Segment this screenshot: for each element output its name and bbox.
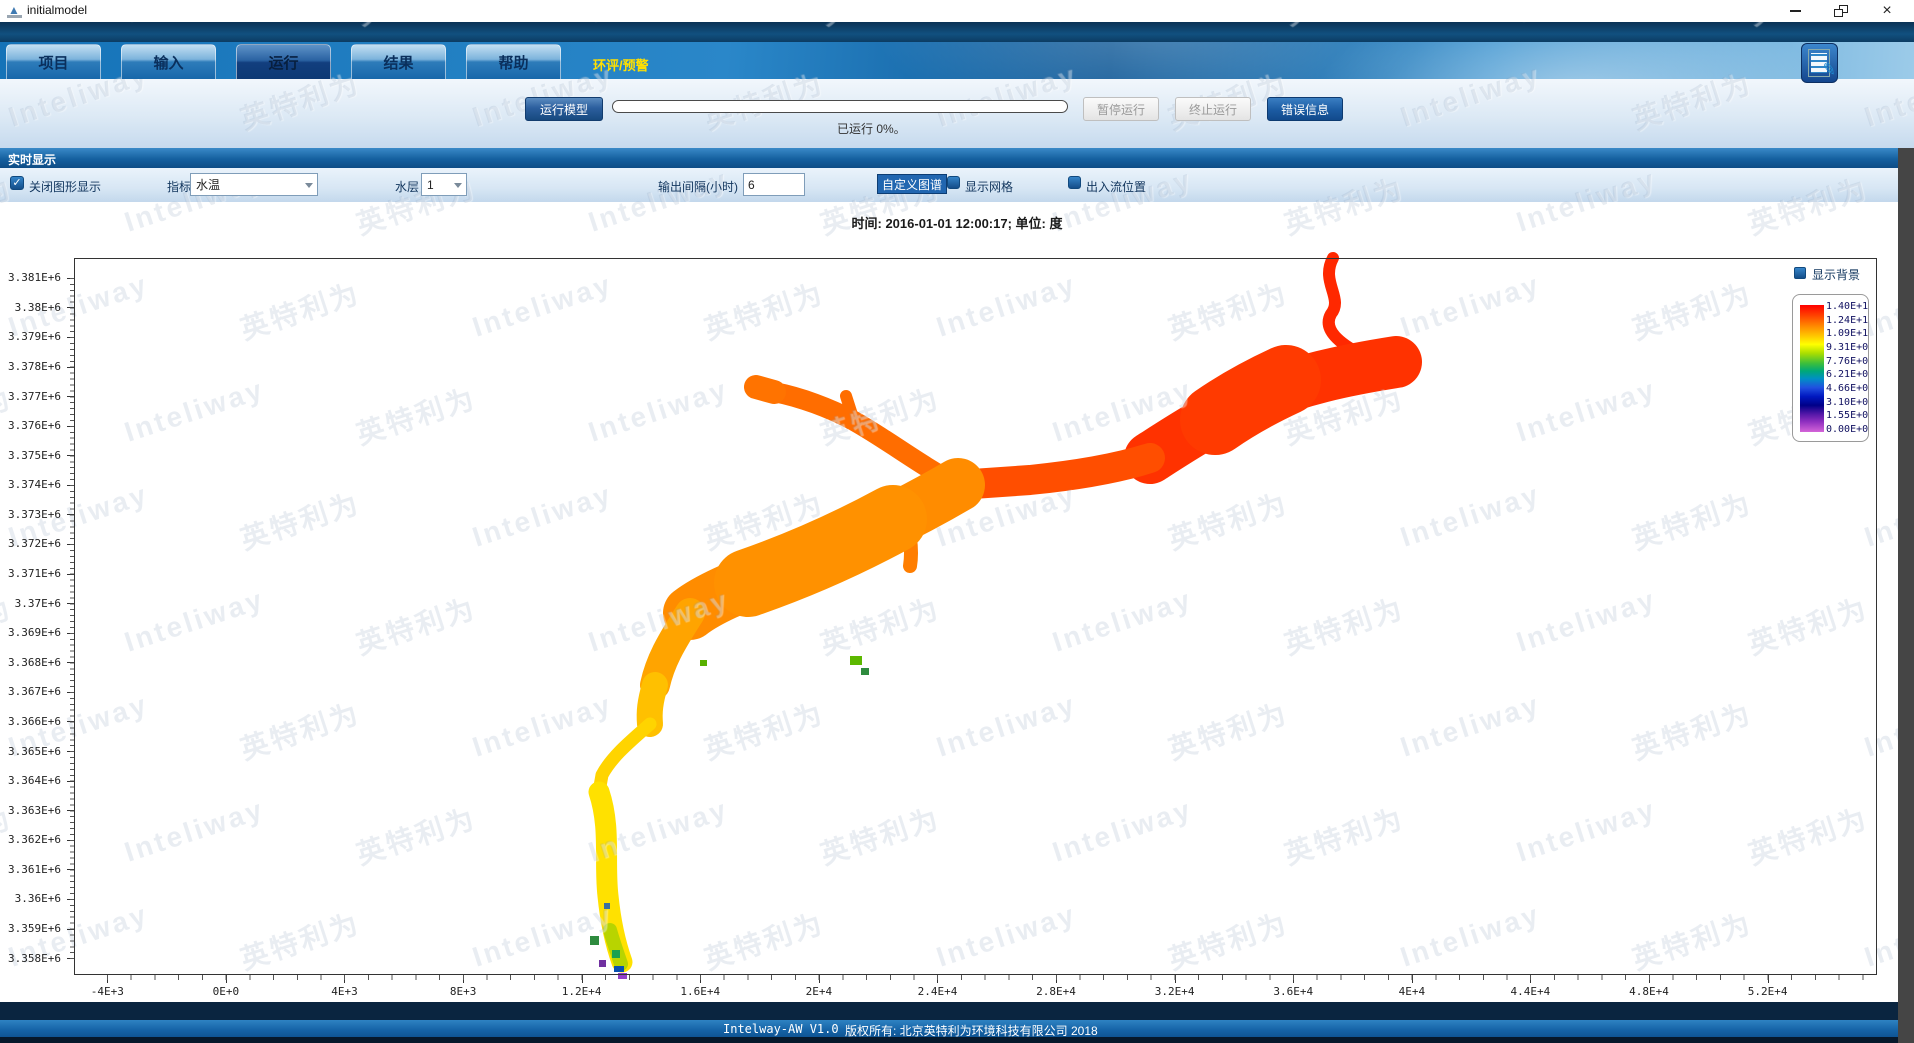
tab-help[interactable]: 帮助 (466, 44, 561, 79)
close-graphic-checkbox[interactable]: ✓ (10, 176, 24, 190)
interval-label: 输出间隔(小时) (658, 178, 738, 195)
inout-flow-label: 出入流位置 (1086, 178, 1146, 195)
tab-run[interactable]: 运行 (236, 44, 331, 79)
interval-input[interactable] (743, 173, 805, 196)
window-right-edge (1898, 148, 1914, 1043)
show-grid-label: 显示网格 (965, 178, 1013, 195)
status-app-version: Intelway-AW V1.0 (723, 1022, 839, 1036)
chevron-down-icon (454, 183, 462, 188)
chevron-down-icon (305, 183, 313, 188)
y-axis-tick-label: 3.369E+6 (0, 618, 74, 648)
env-warning-label: 环评/预警 (593, 55, 649, 74)
progress-status-text: 已运行 0%。 (837, 120, 906, 137)
color-legend: 1.40E+1 1.24E+1 1.09E+1 9.31E+0 7.76E+0 6.21E… (1792, 294, 1869, 442)
show-background-label: 显示背景 (1812, 266, 1860, 283)
y-axis-tick-label: 3.36E+6 (0, 884, 74, 914)
inout-flow-checkbox[interactable] (1068, 176, 1081, 189)
notepad-icon[interactable]: ✎ (1801, 43, 1838, 83)
legend-value: 1.55E+0 (1826, 411, 1868, 421)
indicator-label: 指标 (167, 178, 191, 195)
y-axis-tick-label: 3.368E+6 (0, 648, 74, 678)
legend-value: 1.40E+1 (1826, 302, 1868, 312)
x-axis-minor-ticks (107, 975, 1877, 980)
tab-result[interactable]: 结果 (351, 44, 446, 79)
y-axis-tick-label: 3.364E+6 (0, 766, 74, 796)
legend-color-bar (1800, 305, 1824, 432)
stop-run-button[interactable]: 终止运行 (1175, 97, 1251, 121)
plot-frame (74, 258, 1877, 975)
minimize-button[interactable] (1780, 0, 1810, 22)
run-model-button[interactable]: 运行模型 (525, 97, 603, 121)
y-axis-tick-label: 3.381E+6 (0, 263, 74, 293)
y-axis-tick-label: 3.367E+6 (0, 677, 74, 707)
indicator-select[interactable]: 水温 (190, 173, 318, 196)
realtime-section-title: 实时显示 (8, 151, 56, 168)
legend-values: 1.40E+1 1.24E+1 1.09E+1 9.31E+0 7.76E+0 6.21E… (1826, 302, 1868, 435)
y-axis-tick-label: 3.377E+6 (0, 381, 74, 411)
y-axis-tick-label: 3.361E+6 (0, 855, 74, 885)
progress-bar (612, 100, 1068, 113)
legend-value: 0.00E+0 (1826, 425, 1868, 435)
y-axis-tick-label: 3.358E+6 (0, 943, 74, 973)
y-axis-tick-label: 3.366E+6 (0, 707, 74, 737)
y-axis-tick-label: 3.38E+6 (0, 293, 74, 323)
restore-button[interactable] (1826, 0, 1856, 22)
custom-colormap-button[interactable]: 自定义图谱 (877, 174, 947, 194)
y-axis-tick-label: 3.378E+6 (0, 352, 74, 382)
y-axis-tick-label: 3.359E+6 (0, 914, 74, 944)
y-axis-tick-label: 3.362E+6 (0, 825, 74, 855)
y-axis-tick-label: 3.375E+6 (0, 440, 74, 470)
layer-label: 水层 (395, 178, 419, 195)
close-button[interactable]: × (1872, 0, 1902, 22)
legend-value: 6.21E+0 (1826, 370, 1868, 380)
legend-value: 7.76E+0 (1826, 357, 1868, 367)
y-axis-tick-label: 3.379E+6 (0, 322, 74, 352)
layer-select[interactable]: 1 (421, 173, 467, 196)
indicator-value: 水温 (196, 176, 220, 193)
close-graphic-label: 关闭图形显示 (29, 178, 101, 195)
status-copyright: 版权所有: 北京英特利为环境科技有限公司 2018 (845, 1022, 1098, 1039)
legend-value: 9.31E+0 (1826, 343, 1868, 353)
y-axis-tick-label: 3.372E+6 (0, 529, 74, 559)
titlebar (0, 0, 1914, 22)
plot-time-label: 时间: 2016-01-01 12:00:17; 单位: 度 (407, 213, 1507, 232)
y-axis-tick-label: 3.376E+6 (0, 411, 74, 441)
y-axis-tick-label: 3.374E+6 (0, 470, 74, 500)
error-info-button[interactable]: 错误信息 (1267, 97, 1343, 121)
window-title: initialmodel (27, 3, 87, 17)
y-axis-tick-label: 3.371E+6 (0, 559, 74, 589)
layer-value: 1 (427, 178, 434, 192)
y-axis-minor-ticks (70, 278, 74, 962)
y-axis-tick-label: 3.365E+6 (0, 736, 74, 766)
pencil-icon: ✎ (1820, 59, 1837, 81)
show-background-checkbox[interactable] (1794, 267, 1806, 279)
app-window: 英特利为Inteliway英特利为Inteliway英特利为Inteliway英… (0, 0, 1914, 1043)
tab-input[interactable]: 输入 (121, 44, 216, 79)
y-axis-tick-label: 3.363E+6 (0, 795, 74, 825)
tab-project[interactable]: 项目 (6, 44, 101, 79)
show-grid-checkbox[interactable] (947, 176, 960, 189)
legend-value: 1.24E+1 (1826, 316, 1868, 326)
pause-run-button[interactable]: 暂停运行 (1083, 97, 1159, 121)
app-icon: ▲ (7, 3, 23, 19)
legend-value: 4.66E+0 (1826, 384, 1868, 394)
y-axis: 3.381E+63.38E+63.379E+63.378E+63.377E+63… (0, 263, 74, 973)
y-axis-tick-label: 3.37E+6 (0, 588, 74, 618)
y-axis-tick-label: 3.373E+6 (0, 500, 74, 530)
legend-value: 3.10E+0 (1826, 398, 1868, 408)
legend-value: 1.09E+1 (1826, 329, 1868, 339)
